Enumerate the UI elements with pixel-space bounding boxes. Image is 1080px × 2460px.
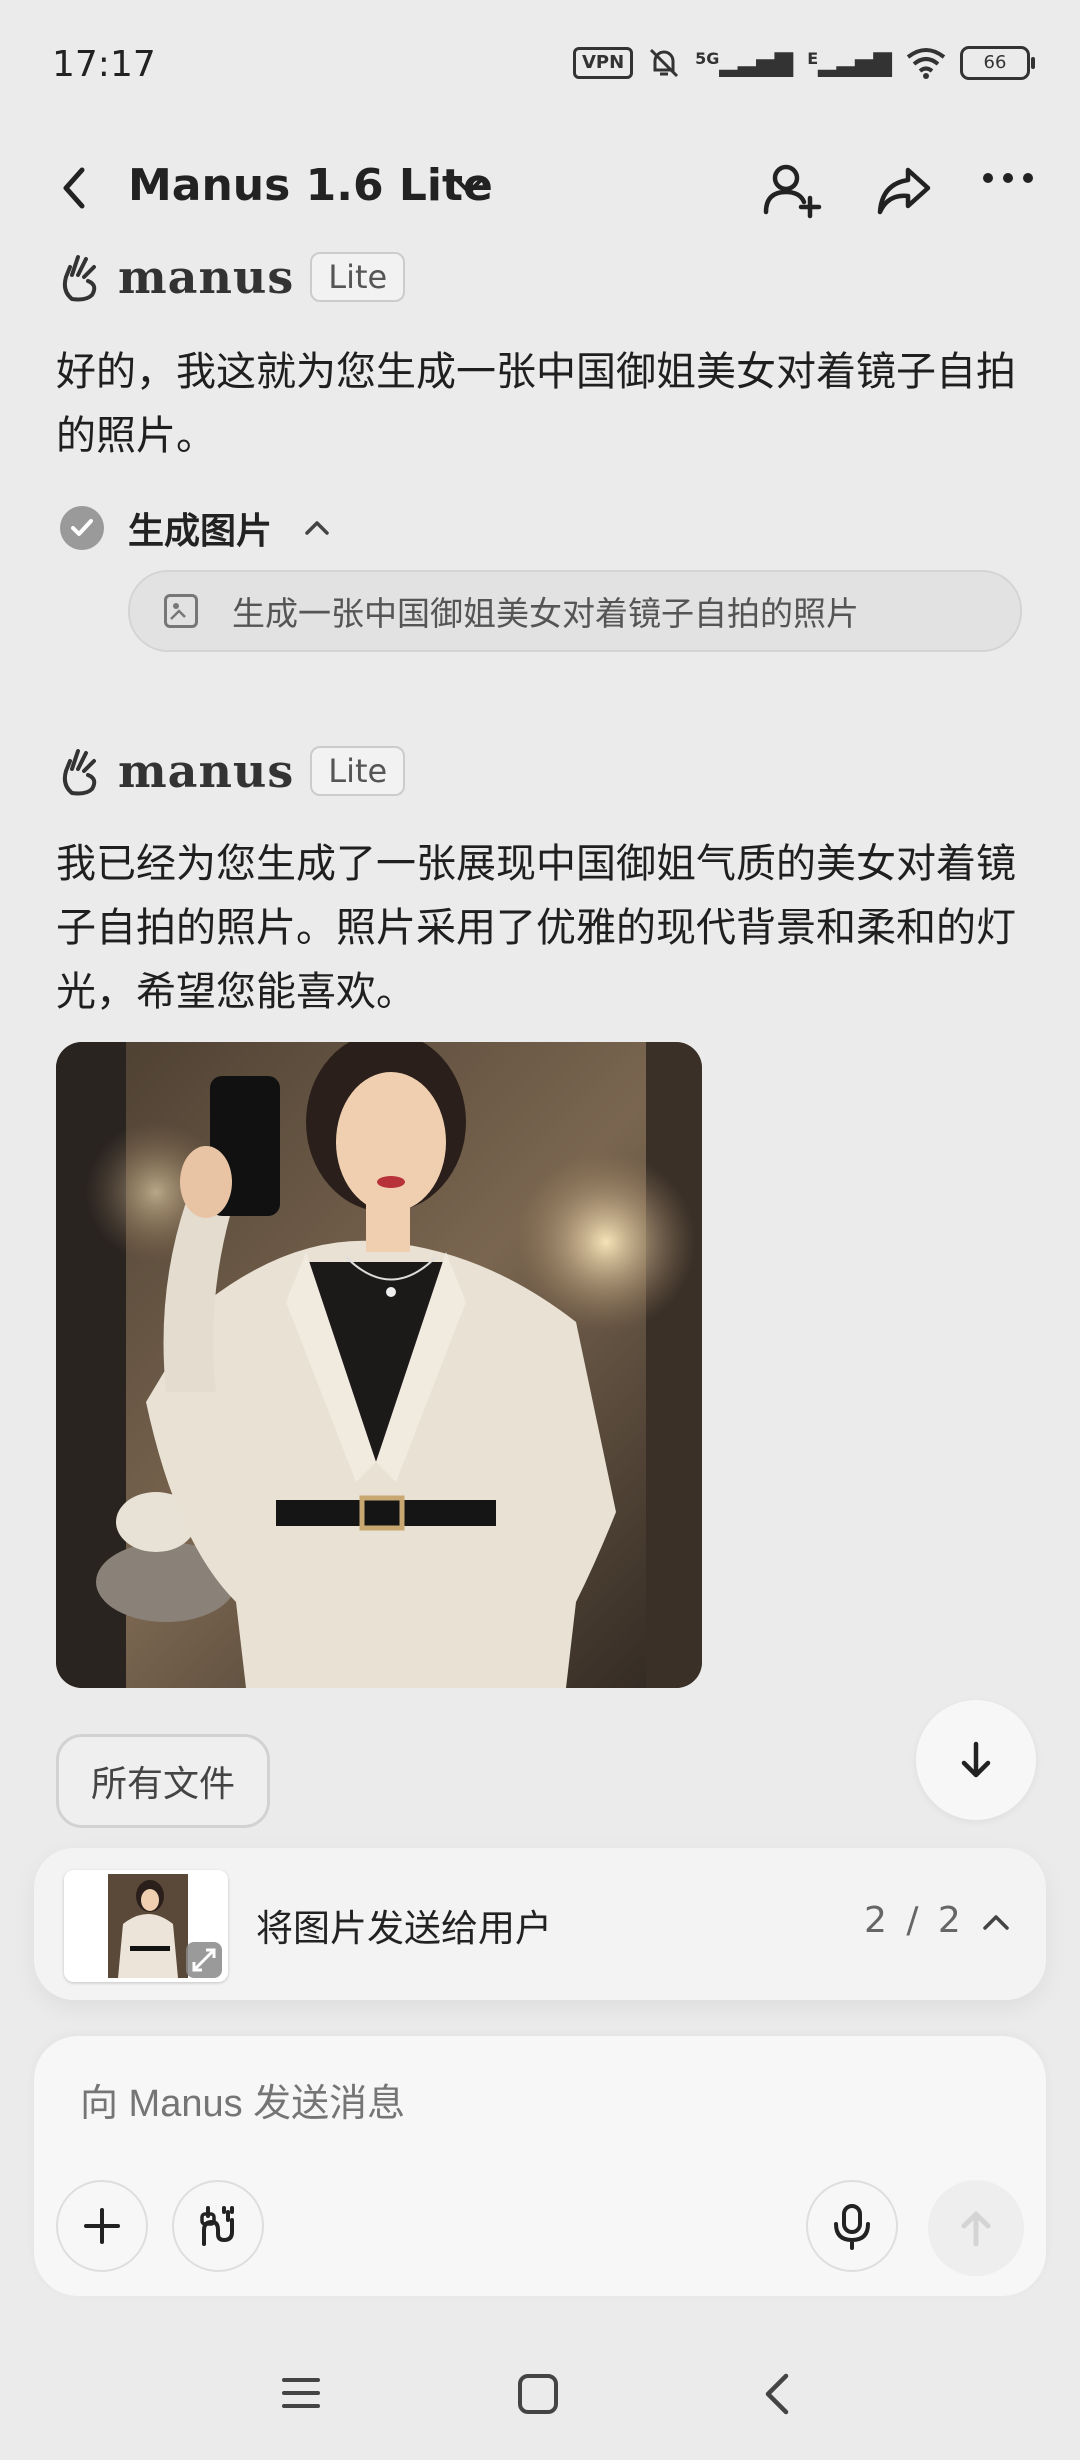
brand-name: manus [118, 744, 295, 798]
wifi-icon [906, 48, 946, 79]
tool-action-text: 生成一张中国御姐美女对着镜子自拍的照片 [232, 594, 859, 633]
generated-image[interactable] [56, 1042, 702, 1688]
battery-indicator: 66 [960, 46, 1035, 80]
add-user-button[interactable] [760, 158, 824, 226]
share-button[interactable] [874, 160, 934, 224]
network-5g-label: 5G [695, 49, 720, 68]
vpn-icon: VPN [572, 47, 634, 79]
tool-step-title: 生成图片 [128, 511, 273, 552]
send-button[interactable] [928, 2180, 1024, 2276]
arrow-up-icon [961, 2211, 991, 2247]
assistant-header-2: manus Lite [58, 744, 406, 798]
chevron-up-icon [305, 521, 329, 535]
task-thumbnail [64, 1870, 228, 1982]
assistant-message: 好的，我这就为您生成一张中国御姐美女对着镜子自拍的照片。 [56, 349, 1016, 459]
message-composer [34, 2036, 1046, 2296]
status-icons: VPN 5G▂▃▅▇ E▂▃▅▇ 66 [572, 46, 1035, 80]
model-title[interactable]: Manus 1.6 Lite [128, 160, 493, 211]
microphone-icon [834, 2204, 870, 2250]
lite-badge: Lite [310, 746, 406, 796]
chevron-down-icon [456, 179, 482, 194]
lite-badge: Lite [310, 252, 406, 302]
task-step-count: 2 / 2 [864, 1900, 965, 1941]
manus-logo-icon [62, 255, 97, 302]
add-attachment-button[interactable] [56, 2180, 148, 2272]
add-user-icon [763, 164, 822, 219]
home-icon[interactable] [516, 2372, 560, 2416]
chevron-up-icon[interactable] [980, 1906, 1012, 1938]
more-button[interactable] [980, 170, 1036, 190]
status-time: 17:17 [52, 44, 156, 85]
assistant-message: 我已经为您生成了一张展现中国御姐气质的美女对着镜子自拍的照片。照片采用了优雅的现… [56, 841, 1016, 1015]
check-icon [60, 506, 104, 550]
task-progress-bar[interactable]: 将图片发送给用户 2 / 2 [34, 1848, 1046, 2000]
brand-name: manus [118, 250, 295, 304]
signal-icon: 5G▂▃▅▇ [695, 49, 794, 77]
plug-icon [200, 2206, 234, 2246]
task-text: 将图片发送给用户 [256, 1907, 552, 1950]
plus-icon [84, 2208, 120, 2244]
tool-action-chip[interactable]: 生成一张中国御姐美女对着镜子自拍的照片 [128, 570, 1022, 652]
system-back-icon[interactable] [758, 2370, 798, 2418]
scroll-down-button[interactable] [916, 1700, 1036, 1820]
voice-input-button[interactable] [806, 2180, 898, 2272]
model-dropdown[interactable] [452, 170, 486, 208]
menu-icon[interactable] [280, 2372, 322, 2414]
message-input[interactable] [78, 2082, 982, 2127]
network-e-label: E [807, 49, 819, 68]
image-icon [164, 594, 198, 628]
tool-step[interactable]: 生成图片 [60, 502, 332, 554]
signal-icon-2: E▂▃▅▇ [807, 49, 892, 77]
assistant-header: manus Lite [58, 250, 406, 304]
manus-logo-icon [62, 749, 97, 796]
arrow-down-icon [961, 1741, 991, 1778]
mute-bell-icon [650, 48, 679, 78]
all-files-button[interactable]: 所有文件 [56, 1734, 270, 1828]
back-button[interactable] [52, 160, 100, 216]
more-icon [983, 173, 1033, 183]
chevron-left-icon [63, 167, 85, 209]
share-icon [877, 167, 931, 215]
connector-button[interactable] [172, 2180, 264, 2272]
system-nav-bar [0, 2350, 1080, 2440]
